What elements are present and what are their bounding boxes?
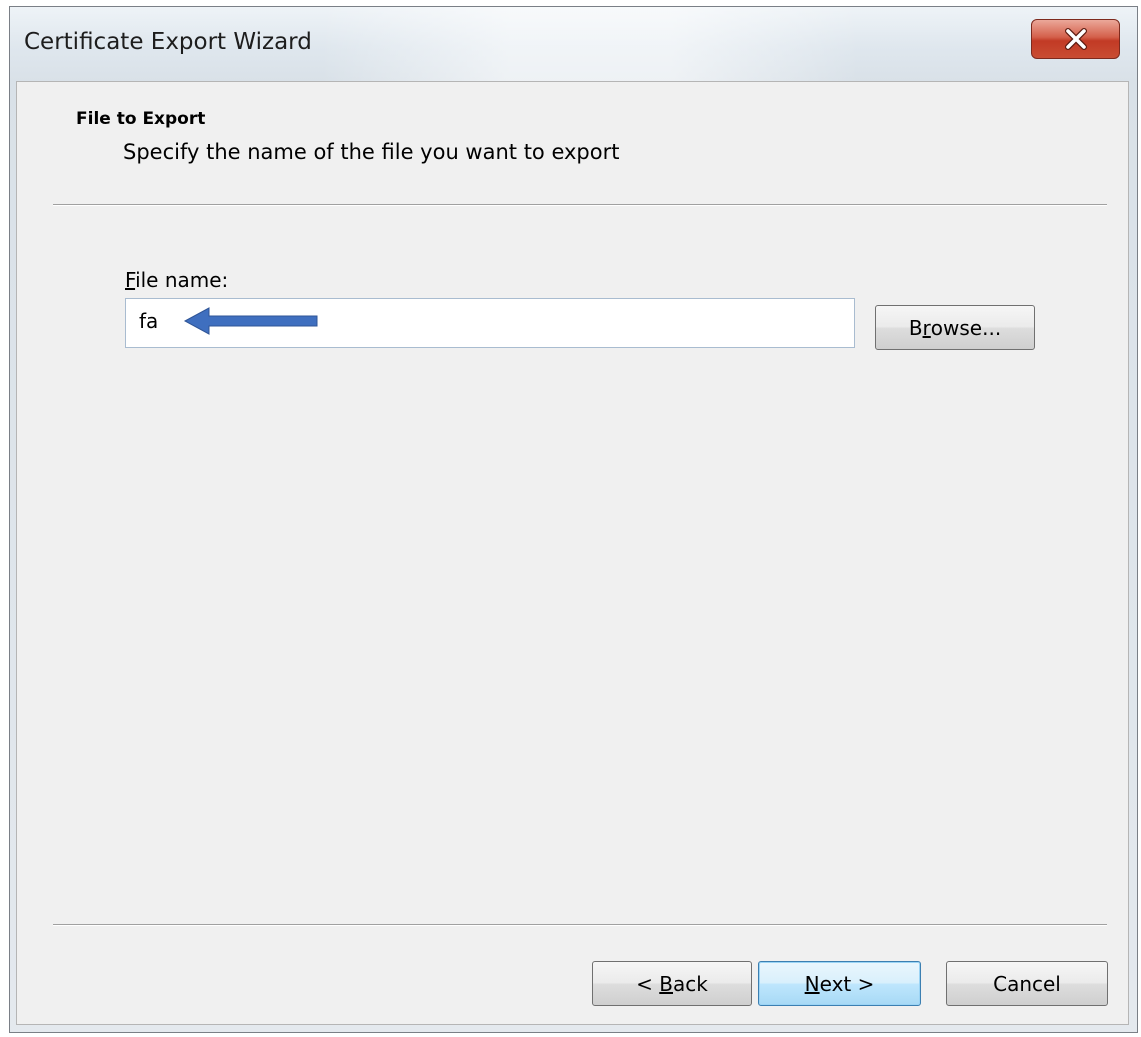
back-accesskey: B (659, 971, 673, 996)
back-button[interactable]: < Back (592, 961, 752, 1006)
browse-accesskey: r (922, 315, 931, 340)
browse-label-pre: B (908, 315, 923, 340)
close-icon (1064, 28, 1087, 50)
next-button[interactable]: Next > (758, 961, 921, 1006)
next-label-post: ext > (819, 971, 875, 996)
page-title: File to Export (76, 109, 206, 129)
header-divider (53, 204, 1107, 206)
close-button[interactable] (1031, 19, 1120, 59)
footer-divider (53, 924, 1107, 926)
window-title: Certificate Export Wizard (24, 29, 312, 55)
cancel-button[interactable]: Cancel (946, 961, 1108, 1006)
back-label-post: ack (673, 971, 708, 996)
page-subtitle: Specify the name of the file you want to… (123, 140, 620, 164)
left-arrow-icon (183, 307, 318, 335)
back-label-pre: < (636, 971, 660, 996)
browse-button[interactable]: Br owse... (875, 305, 1035, 350)
browse-label-post: owse... (930, 315, 1002, 340)
cancel-label: Cancel (993, 971, 1061, 996)
file-name-accesskey: F (125, 268, 136, 292)
file-name-label-text: ile name: (135, 268, 229, 292)
title-bar[interactable]: Certificate Export Wizard (10, 7, 1137, 81)
next-accesskey: N (804, 971, 820, 996)
wizard-window: Certificate Export Wizard File to Export… (9, 6, 1138, 1033)
file-name-label: File name: (125, 268, 228, 292)
wizard-page: File to Export Specify the name of the f… (16, 81, 1129, 1025)
